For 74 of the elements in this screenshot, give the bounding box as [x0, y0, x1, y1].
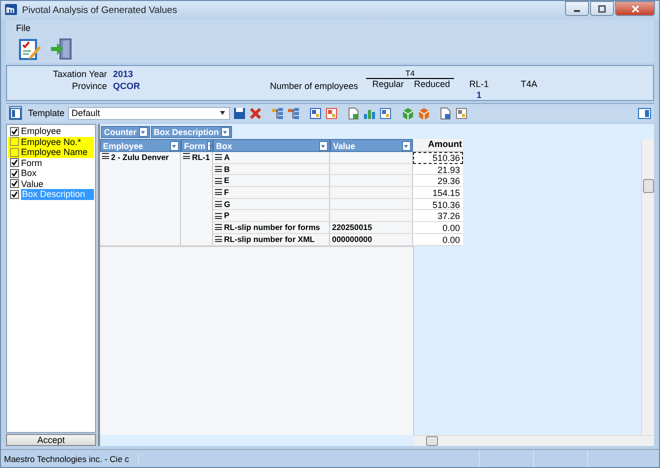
checkbox[interactable]	[10, 190, 19, 199]
window-title: Pivotal Analysis of Generated Values	[22, 5, 178, 16]
dropdown-caret-icon	[218, 111, 226, 115]
amount-cell[interactable]: 154.15	[413, 187, 463, 199]
row-header-cell[interactable]: B	[213, 164, 330, 176]
close-icon	[630, 4, 640, 12]
row-header-cell[interactable]: RL-slip number for XML	[213, 234, 330, 246]
column-header: T4A	[520, 79, 538, 90]
checkbox[interactable]	[10, 179, 19, 188]
amount-cell[interactable]: 0.00	[413, 234, 463, 246]
row-header-cell[interactable]: 2 - Zulu Denver	[100, 152, 181, 246]
cube-icon[interactable]	[416, 106, 430, 120]
template-label: Template	[28, 108, 65, 118]
delete-icon[interactable]	[248, 106, 262, 120]
accept-button[interactable]: Accept	[6, 434, 96, 446]
menu-item[interactable]: File	[16, 22, 31, 32]
row-header-cell[interactable]: E	[213, 175, 330, 188]
column-header: RL-1	[468, 79, 490, 90]
export-icon[interactable]	[346, 106, 360, 120]
amount-cell[interactable]: 510.36	[413, 198, 463, 210]
field-list-item[interactable]: Employee	[8, 126, 94, 136]
field-list-item[interactable]: Employee No.*	[8, 136, 94, 147]
expand-icon[interactable]	[270, 106, 284, 120]
field-label: Number of employees	[270, 81, 358, 91]
column-header: Reduced	[413, 79, 452, 90]
checkbox[interactable]	[10, 168, 19, 178]
field-list-toggle-icon[interactable]	[9, 106, 22, 120]
layout-icon[interactable]	[308, 106, 322, 120]
row-header-cell: 220250015	[330, 222, 413, 234]
field-label: Taxation Year	[52, 69, 107, 79]
status-text: Maestro Technologies inc. - Cie c	[1, 454, 139, 464]
row-header-cell: 000000000	[330, 234, 413, 246]
checkbox[interactable]	[10, 158, 19, 168]
checkbox[interactable]	[10, 137, 19, 146]
horizontal-scrollbar[interactable]	[414, 435, 654, 446]
field-value: 2013	[113, 69, 134, 79]
amount-cell[interactable]: 37.26	[413, 210, 463, 222]
amount-cell[interactable]: 29.36	[413, 175, 463, 188]
app-logo-icon	[5, 4, 17, 17]
maximize-icon	[598, 4, 606, 12]
field-label: Province	[70, 81, 107, 91]
row-header-cell[interactable]: F	[213, 187, 330, 199]
layout-icon[interactable]	[324, 106, 338, 120]
field-list-item[interactable]: Employee Name	[8, 147, 94, 158]
amount-cell[interactable]: 21.93	[413, 164, 463, 176]
collapse-icon[interactable]	[286, 106, 300, 120]
panel-toggle-icon[interactable]	[638, 106, 651, 120]
vertical-scrollbar[interactable]	[641, 139, 654, 435]
edit-form-icon[interactable]	[18, 37, 42, 61]
field-value: QCOR	[113, 81, 140, 91]
field-list-item[interactable]: Value	[8, 178, 94, 189]
row-header-cell[interactable]: P	[213, 210, 330, 222]
maximize-button[interactable]	[590, 1, 614, 16]
checkbox[interactable]	[10, 148, 19, 157]
count-value: 1	[476, 90, 483, 100]
row-header-cell[interactable]: RL-1	[181, 152, 213, 246]
preview-icon[interactable]	[438, 106, 452, 120]
checkbox[interactable]	[10, 126, 19, 136]
template-dropdown[interactable]: Default	[68, 106, 230, 120]
column-group-header: T4	[366, 69, 454, 79]
save-icon[interactable]	[232, 106, 246, 120]
cube-icon[interactable]	[400, 106, 414, 120]
column-header: Regular	[371, 79, 405, 90]
amount-cell[interactable]: 0.00	[413, 222, 463, 234]
field-list-item[interactable]: Form	[8, 158, 94, 168]
row-header-cell[interactable]: G	[213, 198, 330, 210]
row-header-cell[interactable]: RL-slip number for forms	[213, 222, 330, 234]
minimize-button[interactable]	[565, 1, 589, 16]
field-list-item[interactable]: Box	[8, 168, 94, 178]
amount-cell[interactable]: 510.36	[413, 152, 463, 164]
close-button[interactable]	[615, 1, 655, 16]
column-header: Amount	[413, 139, 463, 152]
row-header-cell[interactable]: A	[213, 152, 330, 164]
exit-door-icon[interactable]	[50, 37, 74, 61]
